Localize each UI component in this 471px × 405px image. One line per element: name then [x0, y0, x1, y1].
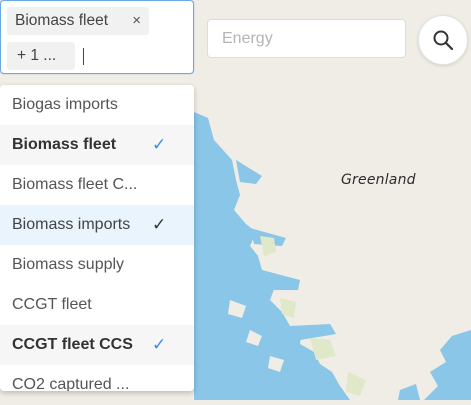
- dropdown-option[interactable]: Biomass imports ✓: [0, 205, 194, 245]
- options-dropdown[interactable]: Biogas imports Biomass fleet ✓ Biomass flee…: [0, 85, 194, 391]
- energy-input[interactable]: [207, 19, 406, 58]
- checkmark-icon: ✓: [152, 135, 167, 154]
- dropdown-option[interactable]: CCGT fleet: [0, 285, 194, 325]
- dropdown-option-label: CCGT fleet: [12, 296, 92, 313]
- checkmark-icon: ✓: [152, 335, 167, 354]
- dropdown-option-label: Biogas imports: [12, 96, 118, 113]
- dropdown-option-label: Biomass fleet C...: [12, 176, 138, 193]
- selected-chip: Biomass fleet ×: [7, 7, 149, 35]
- dropdown-option[interactable]: CO2 captured ...: [0, 365, 194, 391]
- dropdown-option-label: Biomass fleet: [12, 136, 117, 153]
- dropdown-option-label: CO2 captured ...: [12, 376, 130, 391]
- multiselect-input[interactable]: Biomass fleet × + 1 ...: [0, 0, 194, 74]
- search-icon: [433, 30, 454, 51]
- search-button[interactable]: [418, 15, 468, 65]
- text-caret: [83, 48, 84, 65]
- dropdown-option[interactable]: Biomass fleet C...: [0, 165, 194, 205]
- chip-remove-icon[interactable]: ×: [132, 7, 141, 35]
- checkmark-icon: ✓: [152, 215, 167, 234]
- more-selected-chip[interactable]: + 1 ...: [7, 42, 75, 70]
- dropdown-option[interactable]: Biogas imports: [0, 85, 194, 125]
- dropdown-option-label: Biomass imports: [12, 216, 131, 233]
- dropdown-option-label: CCGT fleet CCS: [12, 336, 133, 353]
- dropdown-option-label: Biomass supply: [12, 256, 125, 273]
- dropdown-option[interactable]: CCGT fleet CCS ✓: [0, 325, 194, 365]
- selected-chip-label: Biomass fleet: [15, 12, 109, 29]
- dropdown-option[interactable]: Biomass fleet ✓: [0, 125, 194, 165]
- map-label-greenland: Greenland: [341, 172, 416, 188]
- dropdown-option[interactable]: Biomass supply: [0, 245, 194, 285]
